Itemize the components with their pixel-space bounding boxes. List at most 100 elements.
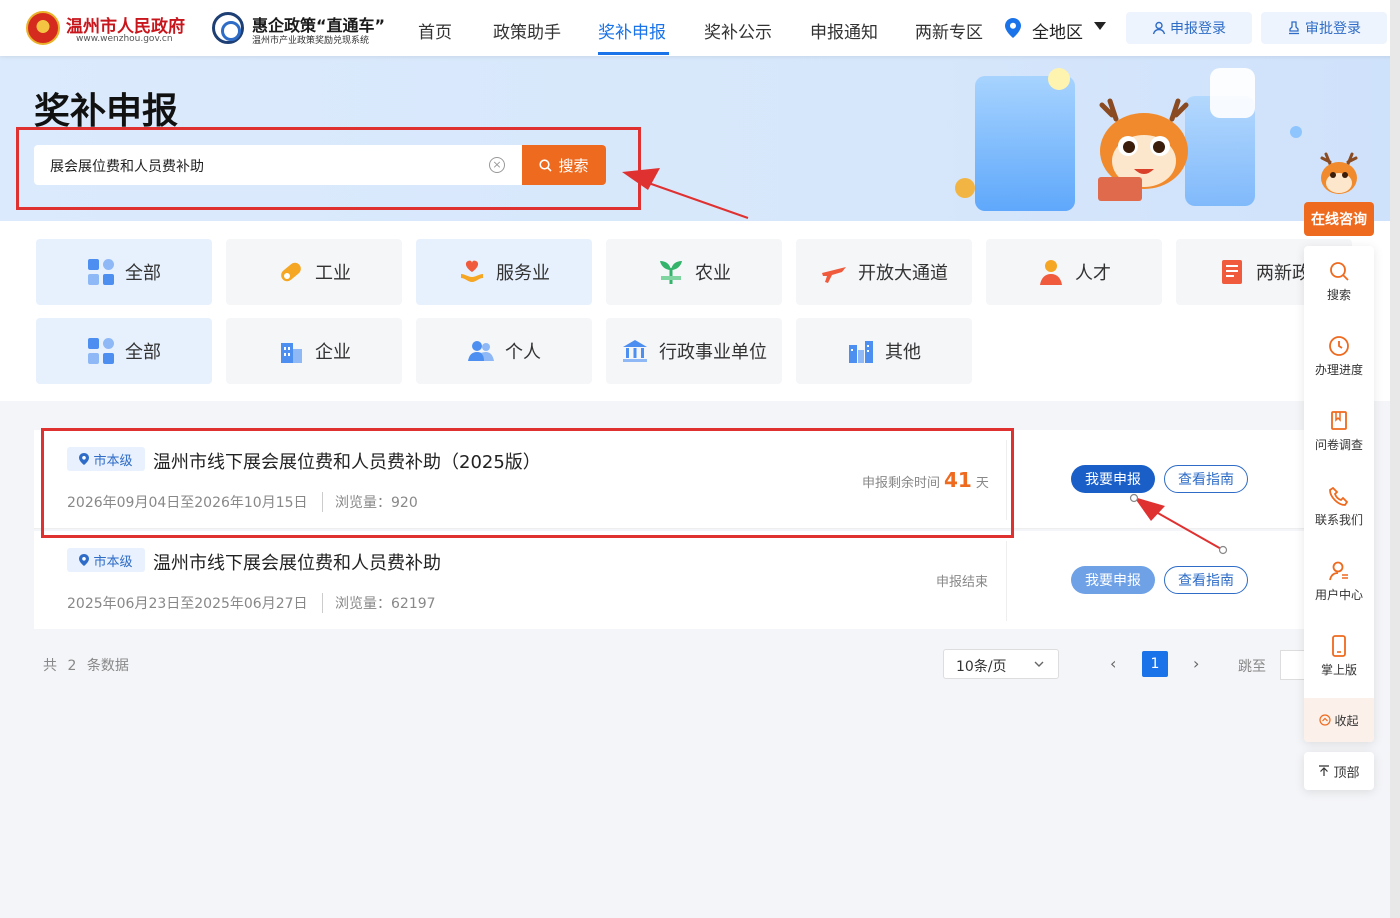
category-label: 两新政 bbox=[1256, 263, 1310, 284]
building-icon bbox=[281, 343, 302, 363]
location-pin-icon[interactable] bbox=[1005, 18, 1021, 38]
approve-login-button[interactable]: 审批登录 bbox=[1261, 12, 1387, 44]
phone-icon bbox=[1329, 486, 1349, 506]
user-icon bbox=[1152, 21, 1166, 35]
region-select[interactable]: 全地区 bbox=[1032, 18, 1083, 43]
view-guide-button[interactable]: 查看指南 bbox=[1164, 465, 1248, 493]
user-icon bbox=[1329, 561, 1348, 581]
float-survey[interactable]: 问卷调查 bbox=[1304, 410, 1374, 453]
float-contact[interactable]: 联系我们 bbox=[1304, 485, 1374, 528]
float-progress[interactable]: 办理进度 bbox=[1304, 335, 1374, 378]
category-label: 农业 bbox=[695, 263, 731, 284]
mascot-icon bbox=[1320, 152, 1358, 194]
grid-icon bbox=[88, 259, 114, 285]
item-date-range: 2025年06月23日至2025年06月27日 bbox=[67, 596, 308, 612]
next-page-icon[interactable]: › bbox=[1193, 654, 1199, 673]
national-emblem-icon bbox=[26, 11, 60, 45]
online-consult-button[interactable]: 在线咨询 bbox=[1304, 202, 1374, 236]
nav-notice[interactable]: 申报通知 bbox=[810, 18, 878, 43]
industry-open-channel[interactable]: 开放大通道 bbox=[796, 239, 972, 305]
system-subtitle: 温州市产业政策奖励兑现系统 bbox=[252, 36, 370, 46]
category-label: 其他 bbox=[885, 342, 921, 363]
location-pin-icon bbox=[79, 554, 90, 566]
list-item[interactable]: 市本级 温州市线下展会展位费和人员费补助 2025年06月23日至2025年06… bbox=[34, 531, 1304, 629]
category-label: 工业 bbox=[315, 263, 351, 284]
subject-individual[interactable]: 个人 bbox=[416, 318, 592, 384]
collapse-label: 收起 bbox=[1334, 713, 1359, 728]
arrow-up-icon bbox=[1319, 765, 1330, 776]
annotation-box-search bbox=[16, 127, 641, 210]
total-count: 共 2 条数据 bbox=[43, 655, 129, 675]
jump-label: 跳至 bbox=[1238, 659, 1266, 675]
float-label: 办理进度 bbox=[1314, 363, 1363, 377]
total-prefix: 共 bbox=[43, 658, 57, 674]
nav-policy-assistant[interactable]: 政策助手 bbox=[493, 18, 561, 43]
nav-subsidy-apply[interactable]: 奖补申报 bbox=[598, 18, 666, 43]
collapse-button[interactable]: 收起 bbox=[1304, 698, 1374, 742]
total-suffix: 条数据 bbox=[86, 658, 129, 674]
industry-talent[interactable]: 人才 bbox=[986, 239, 1162, 305]
category-label: 个人 bbox=[505, 342, 541, 363]
deer-mascot-icon bbox=[1098, 98, 1189, 201]
item-title[interactable]: 温州市线下展会展位费和人员费补助 bbox=[153, 549, 441, 575]
chevron-down-icon bbox=[1034, 661, 1044, 667]
apply-button[interactable]: 我要申报 bbox=[1071, 465, 1155, 493]
category-label: 全部 bbox=[125, 342, 161, 363]
industry-agriculture[interactable]: 农业 bbox=[606, 239, 782, 305]
prev-page-icon[interactable]: ‹ bbox=[1110, 654, 1116, 673]
subject-enterprise[interactable]: 企业 bbox=[226, 318, 402, 384]
stamp-icon bbox=[1289, 21, 1299, 35]
airplane-icon bbox=[822, 267, 846, 283]
total-number: 2 bbox=[67, 658, 77, 674]
subject-all[interactable]: 全部 bbox=[36, 318, 212, 384]
category-label: 行政事业单位 bbox=[659, 342, 767, 363]
float-label: 联系我们 bbox=[1314, 513, 1363, 527]
page-number-current[interactable]: 1 bbox=[1142, 651, 1168, 677]
back-to-top-label: 顶部 bbox=[1333, 765, 1360, 781]
subject-institution[interactable]: 行政事业单位 bbox=[606, 318, 782, 384]
level-badge: 市本级 bbox=[67, 548, 145, 572]
apply-button-disabled[interactable]: 我要申报 bbox=[1071, 566, 1155, 594]
page-scrollbar[interactable] bbox=[1390, 0, 1400, 918]
float-user-center[interactable]: 用户中心 bbox=[1304, 560, 1374, 603]
subject-other[interactable]: 其他 bbox=[796, 318, 972, 384]
float-mobile[interactable]: 掌上版 bbox=[1304, 635, 1374, 678]
heart-hand-icon bbox=[461, 260, 483, 282]
page-banner: 奖补申报 展会展位费和人员费补助 × 搜索 bbox=[0, 56, 1400, 221]
collapse-icon bbox=[1319, 714, 1332, 726]
industry-service[interactable]: 服务业 bbox=[416, 239, 592, 305]
buildings-icon bbox=[849, 341, 873, 363]
book-icon bbox=[1331, 411, 1347, 430]
apply-login-button[interactable]: 申报登录 bbox=[1126, 12, 1252, 44]
divider bbox=[1006, 541, 1007, 621]
nav-home[interactable]: 首页 bbox=[418, 18, 452, 43]
category-filter: 全部 工业 服务业 农业 开放大通道 人才 两新政 全部 企业 个人 行政事业单… bbox=[0, 221, 1390, 401]
category-label: 企业 bbox=[315, 342, 351, 363]
document-icon bbox=[1222, 260, 1242, 284]
industry-industry[interactable]: 工业 bbox=[226, 239, 402, 305]
nav-two-new[interactable]: 两新专区 bbox=[915, 18, 983, 43]
item-views: 浏览量：62197 bbox=[322, 593, 436, 613]
government-building-icon bbox=[623, 340, 647, 362]
back-to-top-button[interactable]: 顶部 bbox=[1304, 752, 1374, 790]
industry-icon bbox=[281, 262, 301, 282]
decor-bubble bbox=[1290, 126, 1302, 138]
industry-all[interactable]: 全部 bbox=[36, 239, 212, 305]
nav-subsidy-public[interactable]: 奖补公示 bbox=[704, 18, 772, 43]
sprout-icon bbox=[660, 261, 682, 284]
chevron-down-icon[interactable] bbox=[1094, 22, 1106, 30]
page-size-select[interactable]: 10条/页 bbox=[943, 649, 1059, 679]
coin-icon bbox=[955, 178, 975, 198]
view-guide-button[interactable]: 查看指南 bbox=[1164, 566, 1248, 594]
illustration-card bbox=[1210, 68, 1255, 118]
illustration-board bbox=[975, 76, 1075, 211]
category-label: 服务业 bbox=[496, 263, 550, 284]
gov-url: www.wenzhou.gov.cn bbox=[76, 34, 173, 44]
float-label: 搜索 bbox=[1326, 288, 1351, 302]
float-search[interactable]: 搜索 bbox=[1304, 260, 1374, 303]
float-toolbar: 搜索 办理进度 问卷调查 联系我们 用户中心 掌上版 收起 bbox=[1304, 246, 1374, 742]
category-label: 开放大通道 bbox=[858, 263, 948, 284]
person-icon bbox=[1040, 260, 1062, 285]
float-label: 问卷调查 bbox=[1314, 438, 1363, 452]
top-header: 温州市人民政府 www.wenzhou.gov.cn 惠企政策“直通车” 温州市… bbox=[0, 0, 1400, 56]
